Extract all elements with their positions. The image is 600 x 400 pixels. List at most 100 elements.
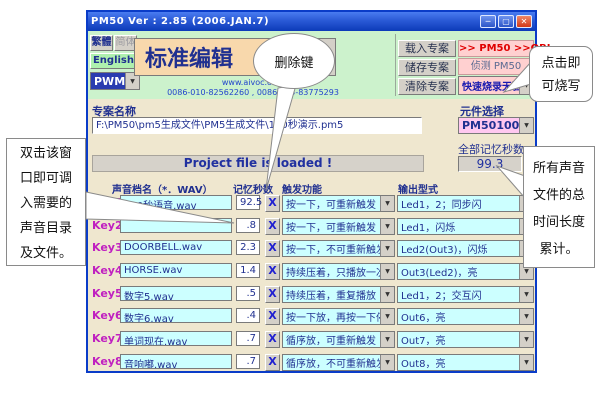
- delete-key-button[interactable]: X: [265, 308, 280, 325]
- titlebar[interactable]: PM50 Ver : 2.85 (2006.JAN.7) ─ ▢ ✕: [88, 12, 535, 31]
- filename-field[interactable]: HORSE.wav: [120, 263, 232, 278]
- dropdown-arrow-icon[interactable]: ▼: [380, 332, 394, 347]
- seconds-field: .4: [236, 308, 260, 323]
- key-label: Key4: [92, 264, 123, 277]
- output-select[interactable]: Led1，闪烁▼: [397, 218, 534, 235]
- output-value: Led1，闪烁: [398, 219, 519, 234]
- delete-key-button[interactable]: X: [265, 218, 280, 235]
- dropdown-arrow-icon[interactable]: ▼: [380, 355, 394, 370]
- chip-value: PM50100: [459, 119, 519, 132]
- callout-line: 入需要的: [7, 191, 85, 216]
- callout-line: 所有声音: [524, 155, 594, 182]
- callout-delete-key: 删除键: [253, 33, 335, 89]
- dropdown-arrow-icon[interactable]: ▼: [519, 118, 533, 133]
- trigger-select[interactable]: 按一下，可重新触发▼: [282, 218, 395, 235]
- trigger-select[interactable]: 按一下，可重新触发▼: [282, 195, 395, 212]
- dropdown-arrow-icon[interactable]: ▼: [519, 355, 533, 370]
- key-label: Key1: [92, 196, 123, 209]
- lang-traditional-button[interactable]: 繁體: [90, 35, 113, 51]
- detect-pm50-button[interactable]: 侦测 PM50: [458, 58, 534, 75]
- key-label: Key6: [92, 309, 123, 322]
- seconds-field: .7: [236, 331, 260, 346]
- trigger-select[interactable]: 循序放，可重新触发▼: [282, 331, 395, 348]
- output-value: Led2(Out3)，闪烁: [398, 241, 519, 256]
- filename-field[interactable]: DOORBELL.wav: [120, 240, 232, 255]
- callout-line: 文件的总: [524, 182, 594, 209]
- minimize-button[interactable]: ─: [480, 15, 496, 28]
- quick-burn-value: 快速烧录无验证: [459, 78, 519, 93]
- delete-key-button[interactable]: X: [265, 263, 280, 280]
- seconds-field: 92.5: [236, 195, 260, 210]
- callout-line: 时间长度: [524, 209, 594, 236]
- dropdown-arrow-icon[interactable]: ▼: [380, 264, 394, 279]
- delete-key-button[interactable]: X: [265, 195, 280, 212]
- pm50-obj-button[interactable]: >> PM50 >>OBJ: [458, 40, 534, 57]
- phone-number: 0086-010-82562260 , 0086-755-83775293: [138, 88, 368, 98]
- output-select[interactable]: Out6，亮▼: [397, 308, 534, 325]
- quick-burn-select[interactable]: 快速烧录无验证 ▼: [458, 76, 534, 95]
- output-value: Out8，亮: [398, 355, 519, 370]
- trigger-value: 按一下放，再按一下停: [283, 309, 380, 324]
- delete-key-button[interactable]: X: [265, 331, 280, 348]
- output-select[interactable]: Out8，亮▼: [397, 354, 534, 371]
- output-select[interactable]: Out3(Led2)，亮▼: [397, 263, 534, 280]
- dropdown-arrow-icon[interactable]: ▼: [380, 219, 394, 234]
- callout-doubleclick: 双击该窗 口即可调 入需要的 声音目录 及文件。: [6, 138, 86, 266]
- seconds-field: .7: [236, 354, 260, 369]
- trigger-select[interactable]: 按一下放，再按一下停▼: [282, 308, 395, 325]
- delete-key-button[interactable]: X: [265, 354, 280, 371]
- output-select[interactable]: Led1，2；同步闪▼: [397, 195, 534, 212]
- maximize-button[interactable]: ▢: [498, 15, 514, 28]
- output-select[interactable]: Led2(Out3)，闪烁▼: [397, 240, 534, 257]
- filename-field[interactable]: 音响嘟.wav: [120, 354, 232, 369]
- pwm-select[interactable]: PWM ▼: [90, 72, 140, 90]
- project-path-input[interactable]: F:\PM50\pm5生成文件\PM5生成文件\100秒演示.pm5: [92, 117, 422, 134]
- screenshot-stage: PM50 Ver : 2.85 (2006.JAN.7) ─ ▢ ✕ 繁體 简体…: [0, 0, 600, 400]
- english-button[interactable]: English: [90, 53, 137, 69]
- trigger-value: 循序放，可重新触发: [283, 332, 380, 347]
- trigger-select[interactable]: 持续压着，重复播放▼: [282, 286, 395, 303]
- key-label: Key8: [92, 355, 123, 368]
- delete-key-button[interactable]: X: [265, 240, 280, 257]
- total-seconds-value: 99.3: [458, 156, 522, 172]
- dropdown-arrow-icon[interactable]: ▼: [380, 287, 394, 302]
- close-button[interactable]: ✕: [516, 15, 532, 28]
- seconds-field: .8: [236, 218, 260, 233]
- delete-key-button[interactable]: X: [265, 286, 280, 303]
- output-value: Led1，2；交互闪: [398, 287, 519, 302]
- website-link[interactable]: www.aivoc.com: [138, 78, 368, 88]
- dropdown-arrow-icon[interactable]: ▼: [380, 309, 394, 324]
- col-header-filename: 声音档名（*．WAV）: [112, 181, 213, 196]
- callout-click-burn: 点击即 可烧写: [529, 46, 593, 102]
- trigger-select[interactable]: 循序放，不可重新触发▼: [282, 354, 395, 371]
- output-select[interactable]: Out7，亮▼: [397, 331, 534, 348]
- output-select[interactable]: Led1，2；交互闪▼: [397, 286, 534, 303]
- trigger-select[interactable]: 持续压着，只播放一次▼: [282, 263, 395, 280]
- key-label: Key3: [92, 241, 123, 254]
- seconds-field: 1.4: [236, 263, 260, 278]
- trigger-value: 按一下，可重新触发: [283, 196, 380, 211]
- col-header-seconds: 记忆秒数: [233, 181, 273, 196]
- filename-field[interactable]: 单词现在.wav: [120, 331, 232, 346]
- dropdown-arrow-icon[interactable]: ▼: [519, 332, 533, 347]
- trigger-select[interactable]: 按一下，不可重新触发▼: [282, 240, 395, 257]
- callout-delete-key-text: 删除键: [274, 52, 313, 71]
- filename-field[interactable]: 数字6.wav: [120, 308, 232, 323]
- save-project-button[interactable]: 储存专案: [398, 59, 456, 76]
- dropdown-arrow-icon[interactable]: ▼: [519, 287, 533, 302]
- clear-project-button[interactable]: 清除专案: [398, 78, 456, 95]
- dropdown-arrow-icon[interactable]: ▼: [519, 309, 533, 324]
- chip-select[interactable]: PM50100 ▼: [458, 117, 534, 134]
- col-header-trigger: 触发功能: [282, 181, 322, 196]
- filename-field[interactable]: [120, 218, 232, 233]
- filename-field[interactable]: 100秒语音.wav: [120, 195, 232, 210]
- window-controls: ─ ▢ ✕: [480, 15, 532, 28]
- dropdown-arrow-icon[interactable]: ▼: [380, 196, 394, 211]
- load-project-button[interactable]: 载入专案: [398, 40, 456, 57]
- seconds-field: .5: [236, 286, 260, 301]
- key-label: Key7: [92, 332, 123, 345]
- trigger-value: 按一下，可重新触发: [283, 219, 380, 234]
- callout-line: 点击即: [530, 52, 592, 75]
- dropdown-arrow-icon[interactable]: ▼: [380, 241, 394, 256]
- filename-field[interactable]: 数字5.wav: [120, 286, 232, 301]
